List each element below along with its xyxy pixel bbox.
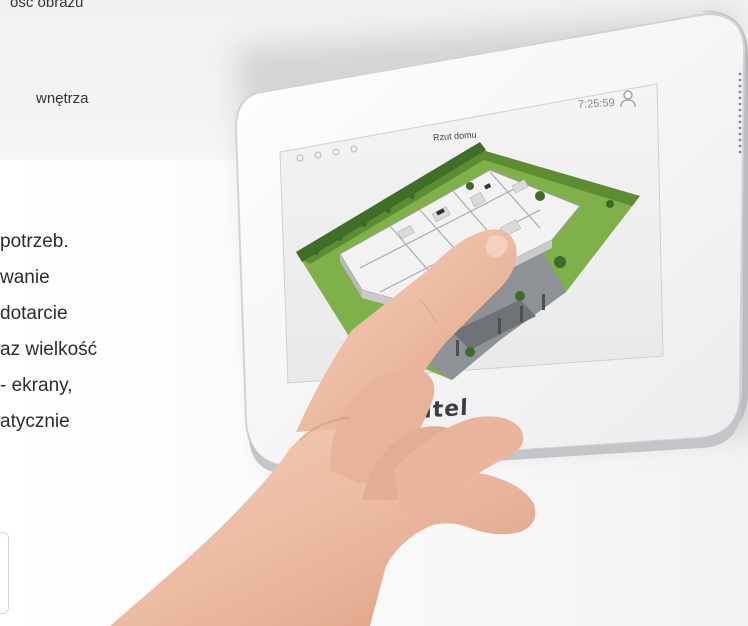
hand-touching-screen xyxy=(110,229,536,626)
